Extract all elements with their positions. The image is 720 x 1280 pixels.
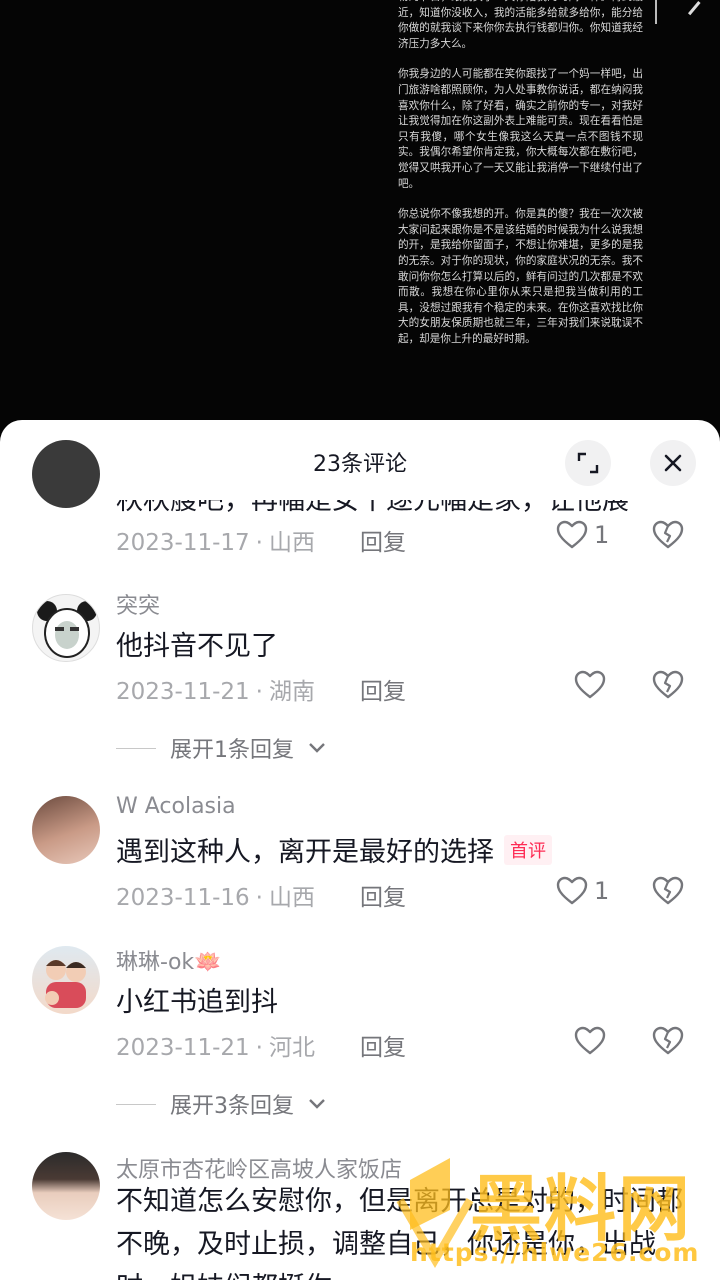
expand-button[interactable] <box>565 440 611 486</box>
avatar[interactable] <box>32 946 100 1014</box>
expand-replies-button[interactable]: 展开1条回复 <box>116 732 326 764</box>
heart-icon <box>556 876 588 905</box>
like-button[interactable] <box>574 670 612 700</box>
dislike-button[interactable] <box>652 876 684 910</box>
broken-heart-icon <box>652 670 684 699</box>
divider-line <box>116 747 156 749</box>
video-paragraph: 你总说你不像我想的开。你是真的傻？我在一次次被大家问起来跟你是不是该结婚的时候我… <box>398 208 643 345</box>
expand-replies-button[interactable]: 展开3条回复 <box>116 1088 326 1120</box>
comment-meta: 2023-11-21 · 河北 <box>116 1035 315 1061</box>
like-button[interactable]: 1 <box>556 520 609 550</box>
like-count: 1 <box>594 877 610 905</box>
comment-meta: 2023-11-16 · 山西 <box>116 885 315 911</box>
heart-icon <box>556 520 588 549</box>
expand-icon <box>577 452 599 474</box>
comment-location: 山西 <box>268 530 315 556</box>
comment-author[interactable]: W Acolasia <box>116 794 236 819</box>
sheet-title: 23条评论 <box>313 452 407 477</box>
comment-text-content: 遇到这种人，离开是最好的选择 <box>116 837 494 868</box>
chevron-down-icon <box>309 1099 325 1109</box>
avatar[interactable] <box>32 440 100 508</box>
comment-location: 山西 <box>268 885 315 911</box>
avatar[interactable] <box>32 796 100 864</box>
video-paragraph: 物的节日，跟我买了一天你陪我的时间一样。再到最近，知道你没收入，我的活能多给就多… <box>398 0 643 50</box>
close-button[interactable] <box>650 440 696 486</box>
comment-meta: 2023-11-17 · 山西 <box>116 530 315 556</box>
comment-author[interactable]: 琳琳-ok🪷 <box>116 944 222 976</box>
reply-button[interactable]: 回复 <box>360 672 406 706</box>
comment-meta: 2023-11-21 · 湖南 <box>116 679 315 705</box>
video-area[interactable]: 物的节日，跟我买了一天你陪我的时间一样。再到最近，知道你没收入，我的活能多给就多… <box>0 0 720 440</box>
broken-heart-icon <box>652 520 684 549</box>
reply-button[interactable]: 回复 <box>360 878 406 912</box>
comment-text: 遇到这种人，离开是最好的选择 首评 <box>116 830 552 869</box>
watermark-url: https://hlwe26.com <box>410 1238 700 1267</box>
video-divider <box>655 0 657 24</box>
dislike-button[interactable] <box>652 1026 684 1060</box>
chevron-down-icon <box>309 743 325 753</box>
heart-icon <box>574 1026 606 1055</box>
comment-date: 2023-11-21 <box>116 1035 250 1061</box>
broken-heart-icon <box>652 1026 684 1055</box>
broken-heart-icon <box>652 876 684 905</box>
reply-button[interactable]: 回复 <box>360 523 406 557</box>
divider-line <box>116 1103 156 1105</box>
heart-icon <box>574 670 606 699</box>
comment-text: 小红书追到抖 <box>116 987 278 1018</box>
comment-author[interactable]: 突突 <box>116 588 160 620</box>
comment-date: 2023-11-21 <box>116 679 250 705</box>
avatar[interactable] <box>32 1152 100 1220</box>
video-paragraph: 你我身边的人可能都在笑你跟找了一个妈一样吧，出门旅游啥都照顾你，为人处事教你说话… <box>398 68 643 190</box>
video-caption-text: 物的节日，跟我买了一天你陪我的时间一样。再到最近，知道你没收入，我的活能多给就多… <box>398 0 643 362</box>
like-button[interactable] <box>574 1026 612 1056</box>
avatar[interactable] <box>32 594 100 662</box>
close-icon <box>664 454 682 472</box>
comment-text: 他抖音不见了 <box>116 631 278 662</box>
dislike-button[interactable] <box>652 670 684 704</box>
expand-replies-label: 展开3条回复 <box>170 1094 294 1119</box>
expand-replies-label: 展开1条回复 <box>170 738 294 763</box>
like-button[interactable]: 1 <box>556 876 609 906</box>
comment-location: 湖南 <box>268 679 315 705</box>
like-count: 1 <box>594 521 610 549</box>
comment-date: 2023-11-17 <box>116 530 250 556</box>
comment-date: 2023-11-16 <box>116 885 250 911</box>
first-comment-badge: 首评 <box>504 835 552 865</box>
back-arrow-icon[interactable] <box>673 0 701 16</box>
sheet-header: 23条评论 <box>0 420 720 498</box>
comment-location: 河北 <box>268 1035 315 1061</box>
dislike-button[interactable] <box>652 520 684 554</box>
reply-button[interactable]: 回复 <box>360 1028 406 1062</box>
